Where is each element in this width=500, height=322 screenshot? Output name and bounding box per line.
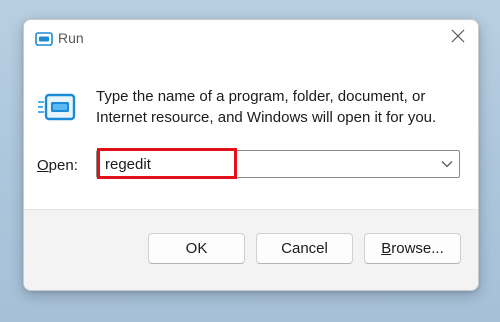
browse-mnemonic: B (381, 240, 392, 257)
run-icon (35, 32, 53, 46)
browse-label: rowse... (391, 240, 444, 257)
description-text: Type the name of a program, folder, docu… (96, 88, 437, 126)
open-label: Open: (37, 156, 78, 176)
cancel-button[interactable]: Cancel (256, 233, 353, 264)
window-title: Run (58, 30, 84, 46)
ok-button[interactable]: OK (148, 233, 245, 264)
chevron-down-icon (441, 155, 453, 173)
close-icon (451, 29, 465, 48)
run-dialog: Run Type the name of a program, folder, … (23, 19, 479, 291)
browse-button[interactable]: Browse... (364, 233, 461, 264)
open-label-text: pen: (48, 157, 78, 174)
close-button[interactable] (444, 25, 472, 51)
run-program-icon (38, 92, 76, 122)
dialog-content: Run Type the name of a program, folder, … (24, 20, 478, 209)
open-input[interactable] (105, 154, 425, 174)
open-combobox[interactable] (96, 150, 460, 178)
dropdown-button[interactable] (439, 156, 455, 172)
open-label-mnemonic: O (37, 157, 49, 174)
